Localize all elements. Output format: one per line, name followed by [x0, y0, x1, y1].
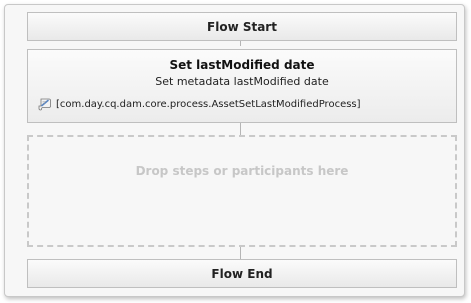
step-description: Set metadata lastModified date: [155, 75, 329, 88]
flow-start-label: Flow Start: [207, 19, 277, 34]
connector-line: [240, 247, 241, 259]
flow-end-label: Flow End: [211, 266, 273, 281]
workflow-step-set-lastmodified[interactable]: Set lastModified date Set metadata lastM…: [27, 49, 457, 123]
drop-zone-label: Drop steps or participants here: [135, 164, 349, 178]
step-title: Set lastModified date: [169, 58, 315, 72]
step-implementation: [com.day.cq.dam.core.process.AssetSetLas…: [38, 97, 454, 111]
script-icon: [38, 98, 51, 111]
flow-start-node[interactable]: Flow Start: [27, 12, 457, 41]
step-implementation-text: [com.day.cq.dam.core.process.AssetSetLas…: [56, 98, 361, 110]
drop-zone[interactable]: Drop steps or participants here: [27, 135, 457, 247]
flow-end-node[interactable]: Flow End: [27, 259, 457, 288]
